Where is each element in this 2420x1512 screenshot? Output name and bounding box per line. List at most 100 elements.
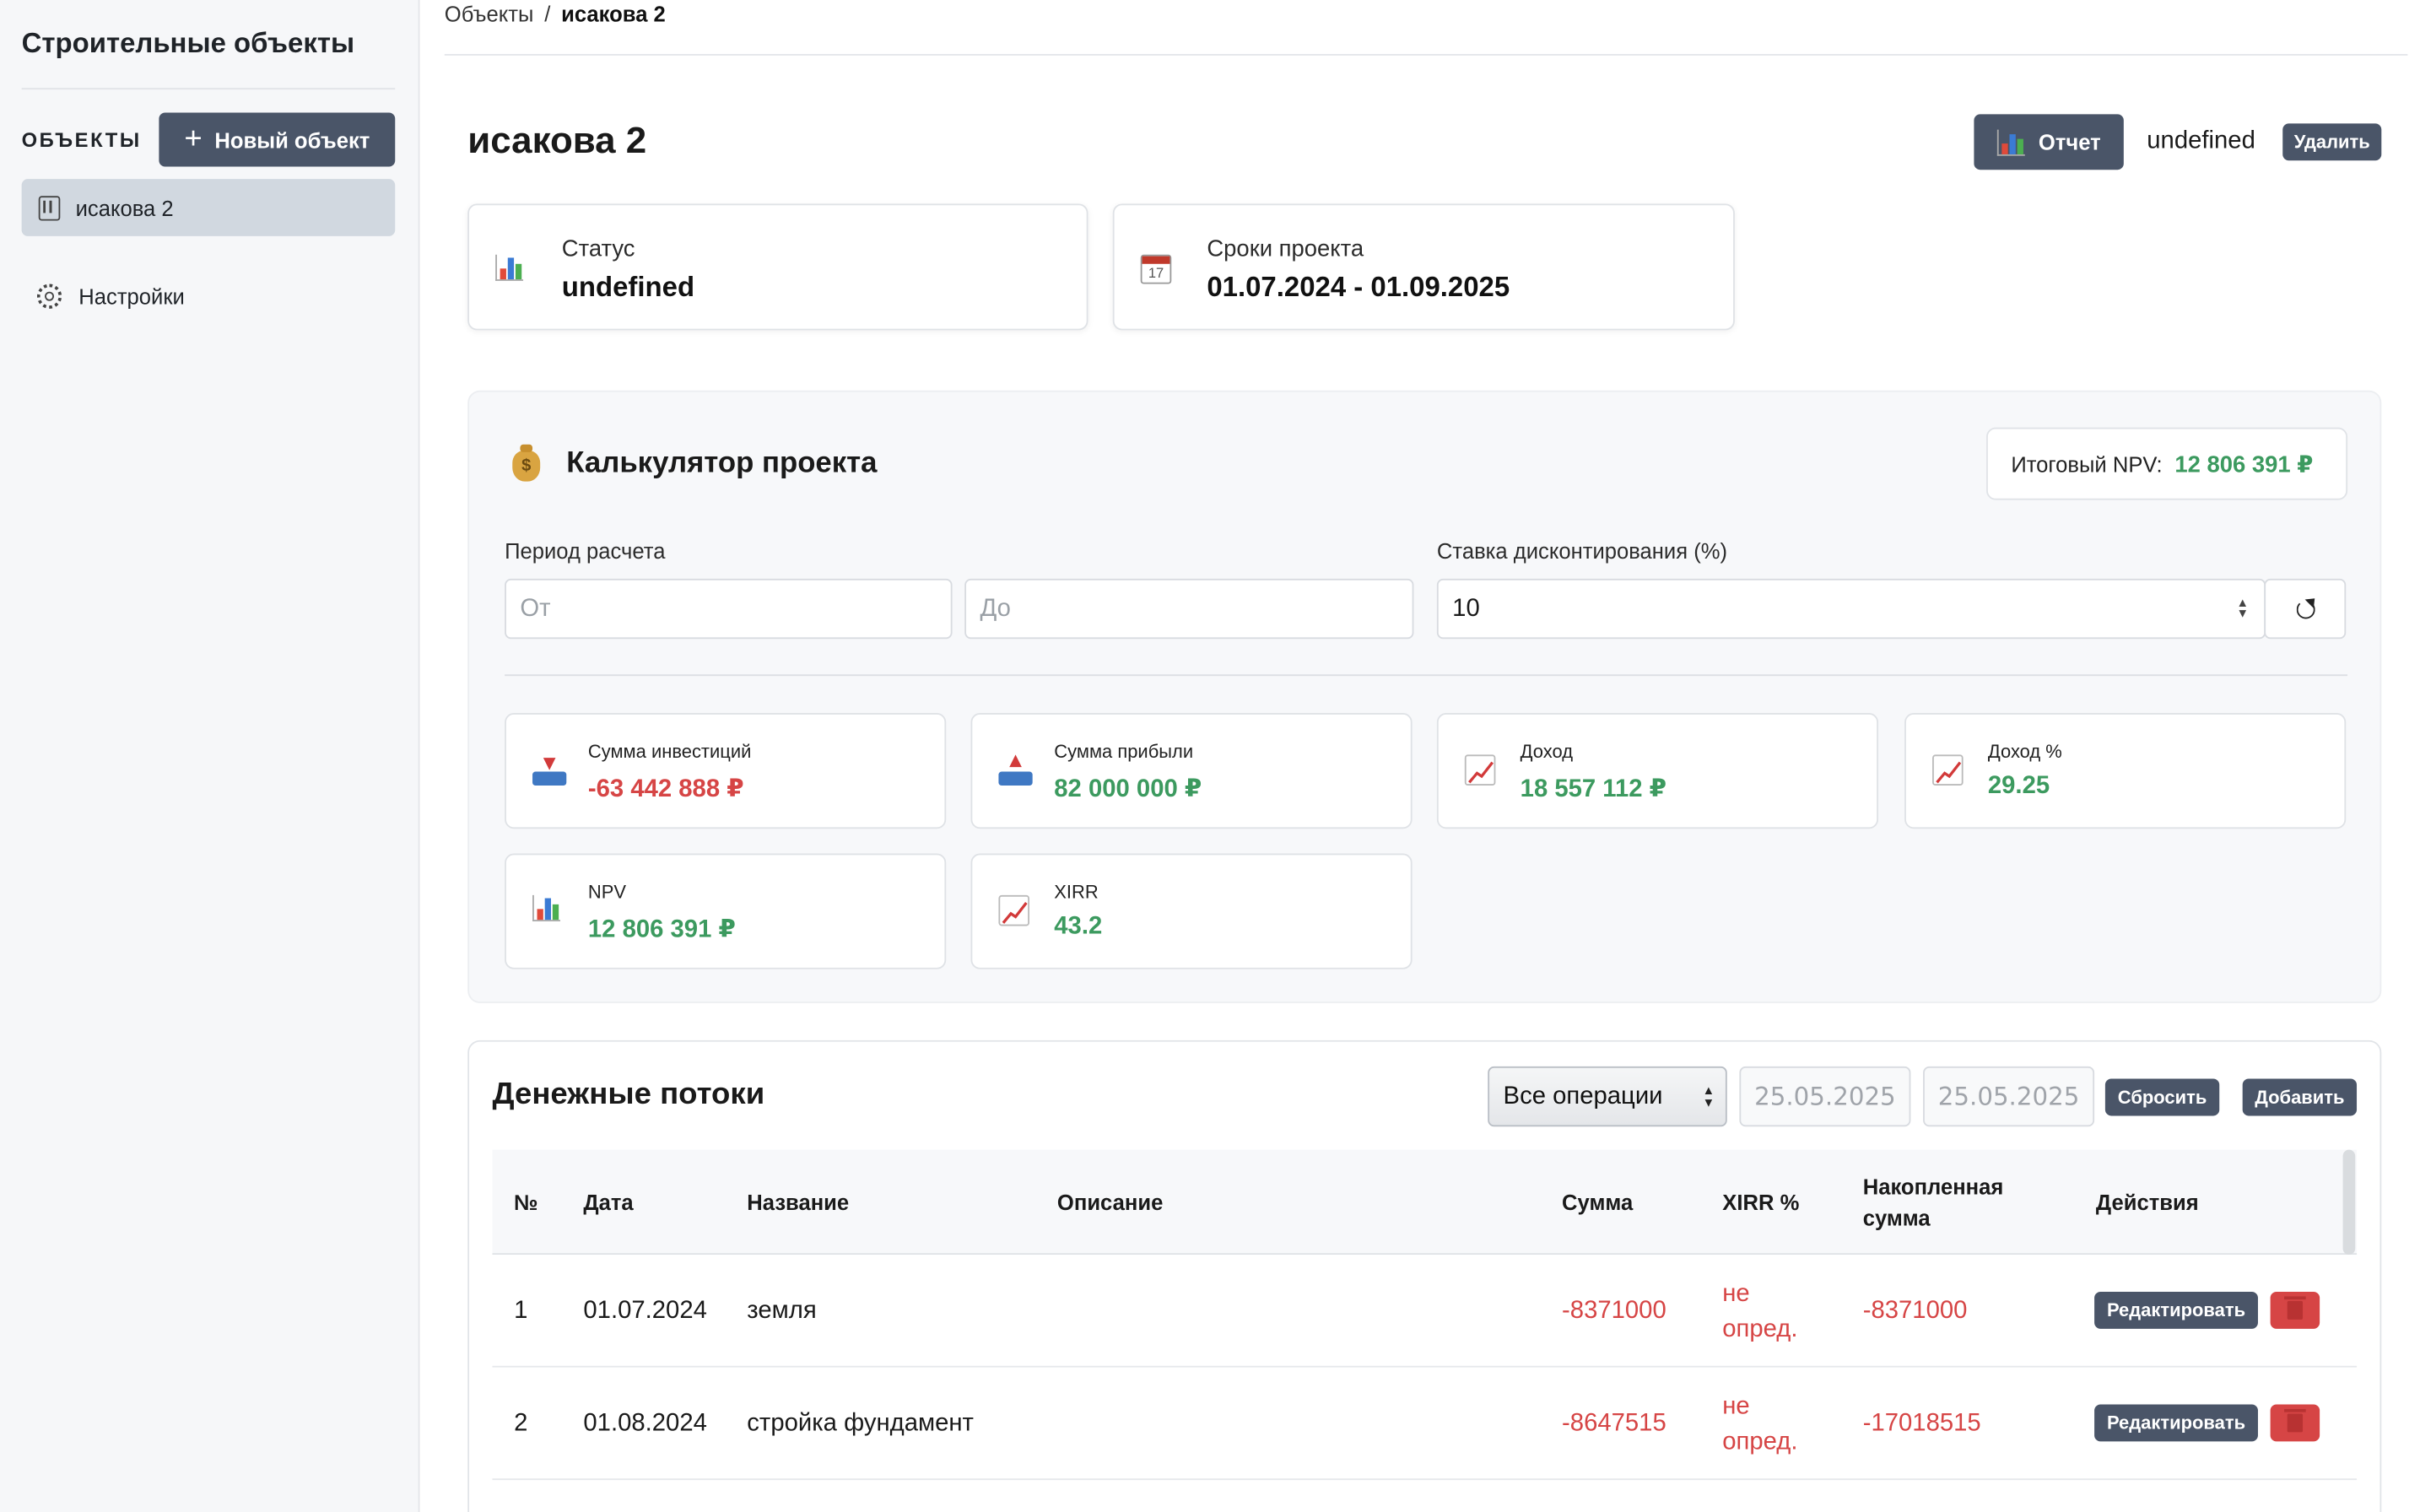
column-header-cumulative: Накопленная сумма bbox=[1862, 1174, 2004, 1230]
building-icon bbox=[38, 195, 61, 220]
metric-label: Сумма прибыли bbox=[1054, 740, 1194, 763]
metric-card-investments: Сумма инвестиций -63 442 888 ₽ bbox=[505, 713, 947, 829]
metric-label: Доход % bbox=[1987, 740, 2062, 763]
metric-value: 18 557 112 ₽ bbox=[1520, 776, 1667, 803]
sidebar-item-settings[interactable]: Настройки bbox=[36, 284, 185, 309]
cash-flows-panel: Денежные потоки Все операции ▲ ▼ 25.05.20… bbox=[467, 1040, 2382, 1512]
metric-card-npv: NPV 12 806 391 ₽ bbox=[505, 853, 947, 969]
project-dates-label: Сроки проекта bbox=[1207, 235, 1364, 262]
column-header-actions: Действия bbox=[2095, 1190, 2199, 1215]
sidebar-item-object[interactable]: исакова 2 bbox=[21, 179, 396, 236]
header-status-text: undefined bbox=[2147, 127, 2255, 154]
cell-cumulative: -8371000 bbox=[1862, 1298, 1968, 1325]
reset-button[interactable]: Сбросить bbox=[2104, 1078, 2220, 1116]
column-header-description: Описание bbox=[1056, 1190, 1164, 1215]
period-from-input[interactable]: От bbox=[505, 578, 953, 640]
edit-button[interactable]: Редактировать bbox=[2094, 1404, 2258, 1442]
breadcrumb: Объекты / исакова 2 bbox=[445, 2, 666, 26]
refresh-button[interactable] bbox=[2264, 578, 2347, 640]
metric-label: Доход bbox=[1520, 740, 1573, 763]
cell-name: земля bbox=[747, 1298, 817, 1325]
cash-flows-title: Денежные потоки bbox=[492, 1077, 765, 1111]
metric-value: -63 442 888 ₽ bbox=[587, 776, 744, 803]
table-header: № Дата Название Описание Сумма XIRR % На… bbox=[492, 1149, 2358, 1256]
cell-amount: -8647515 bbox=[1562, 1410, 1666, 1437]
delete-button[interactable]: Удалить bbox=[2282, 123, 2382, 161]
refresh-icon bbox=[2295, 599, 2315, 618]
report-label: Отчет bbox=[2038, 129, 2101, 154]
table-row: 1 01.07.2024 земля -8371000 не опред. -8… bbox=[492, 1255, 2358, 1368]
money-bag-icon: $ bbox=[512, 444, 541, 482]
table-row: 2 01.08.2024 стройка фундамент -8647515 … bbox=[492, 1368, 2358, 1481]
table-scrollbar[interactable] bbox=[2342, 1149, 2356, 1256]
column-header-amount: Сумма bbox=[1562, 1190, 1634, 1215]
trash-icon bbox=[2284, 1408, 2306, 1433]
metric-value: 82 000 000 ₽ bbox=[1054, 776, 1202, 803]
trash-icon bbox=[2284, 1296, 2306, 1320]
metric-card-xirr: XIRR 43.2 bbox=[970, 853, 1413, 969]
number-spinner-icon[interactable]: ▲ ▼ bbox=[2237, 597, 2249, 619]
bar-chart-icon bbox=[495, 254, 524, 281]
cell-date: 01.08.2024 bbox=[583, 1410, 707, 1437]
metric-card-income: Доход 18 557 112 ₽ bbox=[1436, 713, 1879, 829]
total-npv-badge: Итоговый NPV: 12 806 391 ₽ bbox=[1986, 427, 2348, 500]
settings-label: Настройки bbox=[78, 284, 185, 309]
select-arrows-icon: ▲ ▼ bbox=[1702, 1083, 1715, 1110]
status-label: Статус bbox=[561, 235, 635, 262]
inbox-tray-icon bbox=[998, 754, 1033, 786]
cell-xirr: не опред. bbox=[1722, 1280, 1798, 1342]
cell-xirr: не опред. bbox=[1722, 1392, 1798, 1455]
metric-card-profit: Сумма прибыли 82 000 000 ₽ bbox=[970, 713, 1413, 829]
sidebar-divider bbox=[21, 88, 396, 90]
trend-up-icon bbox=[1932, 754, 1964, 786]
date-to-input[interactable]: 25.05.2025 bbox=[1923, 1066, 2095, 1127]
project-dates-card: 17 Сроки проекта 01.07.2024 - 01.09.2025 bbox=[1112, 203, 1735, 331]
bar-chart-icon bbox=[1996, 128, 2025, 155]
cell-num: 2 bbox=[514, 1410, 528, 1437]
cell-num: 1 bbox=[514, 1298, 528, 1325]
metric-label: Сумма инвестиций bbox=[587, 740, 752, 763]
cell-date: 01.07.2024 bbox=[583, 1298, 707, 1325]
calendar-icon: 17 bbox=[1140, 254, 1172, 284]
period-to-input[interactable]: До bbox=[964, 578, 1414, 640]
column-header-num: № bbox=[514, 1190, 538, 1215]
report-button[interactable]: Отчет bbox=[1974, 114, 2124, 170]
cell-name: стройка фундамент bbox=[747, 1410, 974, 1437]
operations-filter-value: Все операции bbox=[1503, 1083, 1663, 1110]
operations-filter-select[interactable]: Все операции ▲ ▼ bbox=[1488, 1066, 1727, 1127]
column-header-date: Дата bbox=[583, 1190, 634, 1215]
column-header-name: Название bbox=[747, 1190, 850, 1215]
calculator-title: Калькулятор проекта bbox=[566, 447, 878, 480]
metric-label: NPV bbox=[587, 881, 627, 904]
plus-icon: + bbox=[184, 121, 203, 155]
cell-amount: -8371000 bbox=[1562, 1298, 1666, 1325]
total-npv-value: 12 806 391 ₽ bbox=[2174, 451, 2314, 478]
outbox-tray-icon bbox=[532, 754, 567, 786]
date-from-input[interactable]: 25.05.2025 bbox=[1739, 1066, 1911, 1127]
breadcrumb-current: исакова 2 bbox=[561, 1, 666, 27]
discount-rate-value: 10 bbox=[1452, 595, 1480, 622]
metric-value: 43.2 bbox=[1054, 913, 1103, 940]
sidebar-title: Строительные объекты bbox=[21, 27, 355, 59]
status-card: Статус undefined bbox=[467, 203, 1088, 331]
metric-value: 29.25 bbox=[1987, 773, 2050, 800]
header-divider bbox=[444, 54, 2408, 56]
metric-card-income-percent: Доход % 29.25 bbox=[1904, 713, 2347, 829]
trend-up-icon bbox=[1464, 754, 1496, 786]
new-object-button[interactable]: + Новый объект bbox=[159, 112, 396, 167]
discount-rate-input[interactable]: 10 ▲ ▼ bbox=[1436, 578, 2266, 640]
breadcrumb-root-link[interactable]: Объекты bbox=[445, 2, 534, 26]
trend-up-icon bbox=[998, 894, 1030, 926]
bar-chart-icon bbox=[532, 894, 560, 921]
page-title: исакова 2 bbox=[467, 120, 647, 163]
breadcrumb-separator: / bbox=[544, 1, 551, 27]
add-button[interactable]: Добавить bbox=[2242, 1078, 2358, 1116]
edit-button[interactable]: Редактировать bbox=[2094, 1291, 2258, 1329]
project-calculator: $ Калькулятор проекта Итоговый NPV: 12 8… bbox=[467, 390, 2382, 1003]
cell-cumulative: -17018515 bbox=[1862, 1410, 1981, 1437]
delete-row-button[interactable] bbox=[2270, 1291, 2320, 1329]
column-header-xirr: XIRR % bbox=[1722, 1190, 1800, 1215]
delete-row-button[interactable] bbox=[2270, 1404, 2320, 1442]
new-object-label: Новый объект bbox=[214, 127, 370, 153]
cash-flows-table: № Дата Название Описание Сумма XIRR % На… bbox=[492, 1149, 2358, 1481]
